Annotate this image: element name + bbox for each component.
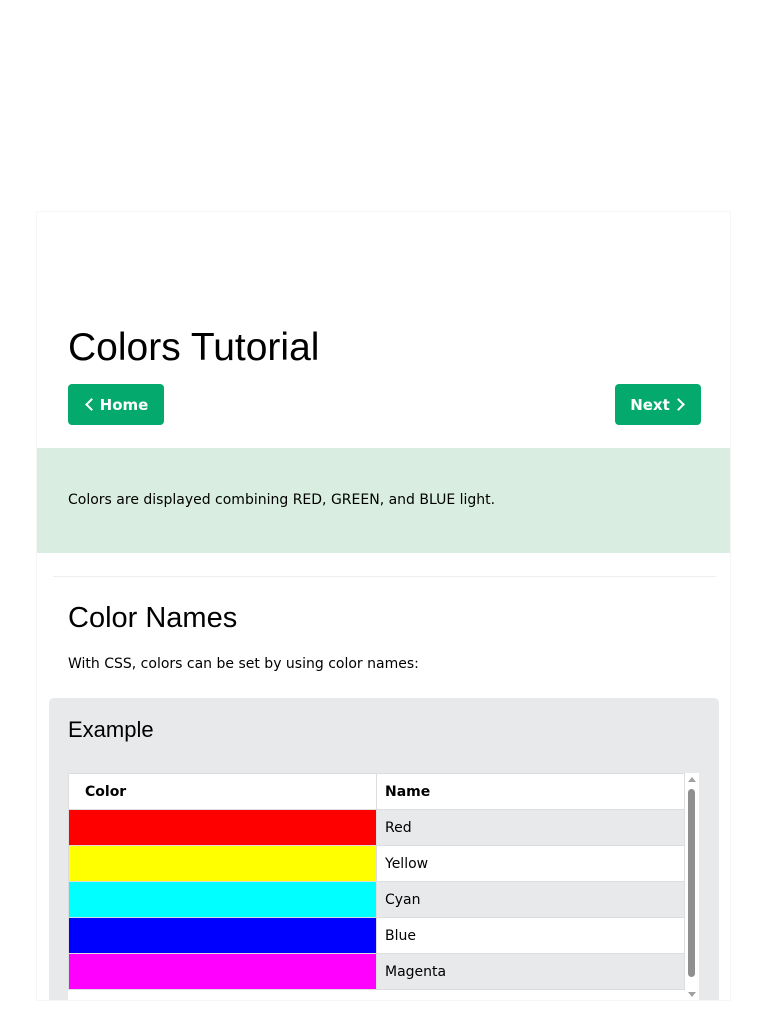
color-swatch-blue bbox=[68, 917, 377, 954]
intro-text: Colors are displayed combining RED, GREE… bbox=[68, 492, 496, 508]
home-button[interactable]: Home bbox=[68, 384, 164, 425]
table-row: Cyan bbox=[68, 881, 685, 918]
table-row: Red bbox=[68, 809, 685, 846]
page-title: Colors Tutorial bbox=[68, 326, 320, 369]
color-name: Yellow bbox=[376, 845, 685, 882]
color-table: Color Name Red Yellow Cyan Blue Magenta bbox=[68, 773, 685, 990]
scroll-thumb[interactable] bbox=[688, 789, 695, 977]
tutorial-main: Colors Tutorial Home Next Colors are dis… bbox=[36, 211, 731, 1001]
color-name: Cyan bbox=[376, 881, 685, 918]
column-header-color: Color bbox=[68, 773, 377, 810]
example-title: Example bbox=[68, 717, 154, 742]
table-row: Magenta bbox=[68, 953, 685, 990]
color-swatch-cyan bbox=[68, 881, 377, 918]
vertical-scrollbar[interactable] bbox=[685, 773, 699, 1000]
page: Colors Tutorial Home Next Colors are dis… bbox=[0, 0, 768, 1024]
color-name: Blue bbox=[376, 917, 685, 954]
scroll-down-arrow-icon[interactable] bbox=[688, 992, 696, 997]
color-swatch-magenta bbox=[68, 953, 377, 990]
chevron-right-icon bbox=[671, 398, 685, 411]
chevron-left-icon bbox=[84, 398, 98, 411]
home-button-label: Home bbox=[99, 395, 149, 414]
next-button[interactable]: Next bbox=[615, 384, 701, 425]
table-row: Blue bbox=[68, 917, 685, 954]
color-name: Magenta bbox=[376, 953, 685, 990]
section-text: With CSS, colors can be set by using col… bbox=[68, 656, 419, 672]
intro-panel: Colors are displayed combining RED, GREE… bbox=[37, 448, 730, 553]
section-title: Color Names bbox=[68, 602, 238, 634]
color-name: Red bbox=[376, 809, 685, 846]
color-swatch-yellow bbox=[68, 845, 377, 882]
table-header-row: Color Name bbox=[68, 773, 685, 810]
color-swatch-red bbox=[68, 809, 377, 846]
scroll-up-arrow-icon[interactable] bbox=[688, 777, 696, 782]
table-row: Yellow bbox=[68, 845, 685, 882]
divider bbox=[53, 576, 716, 577]
example-box: Example Color Name Red Yellow Cyan Blue … bbox=[49, 698, 719, 1000]
example-result-frame[interactable]: Color Name Red Yellow Cyan Blue Magenta bbox=[68, 773, 699, 1000]
next-button-label: Next bbox=[630, 395, 670, 414]
column-header-name: Name bbox=[376, 773, 685, 810]
